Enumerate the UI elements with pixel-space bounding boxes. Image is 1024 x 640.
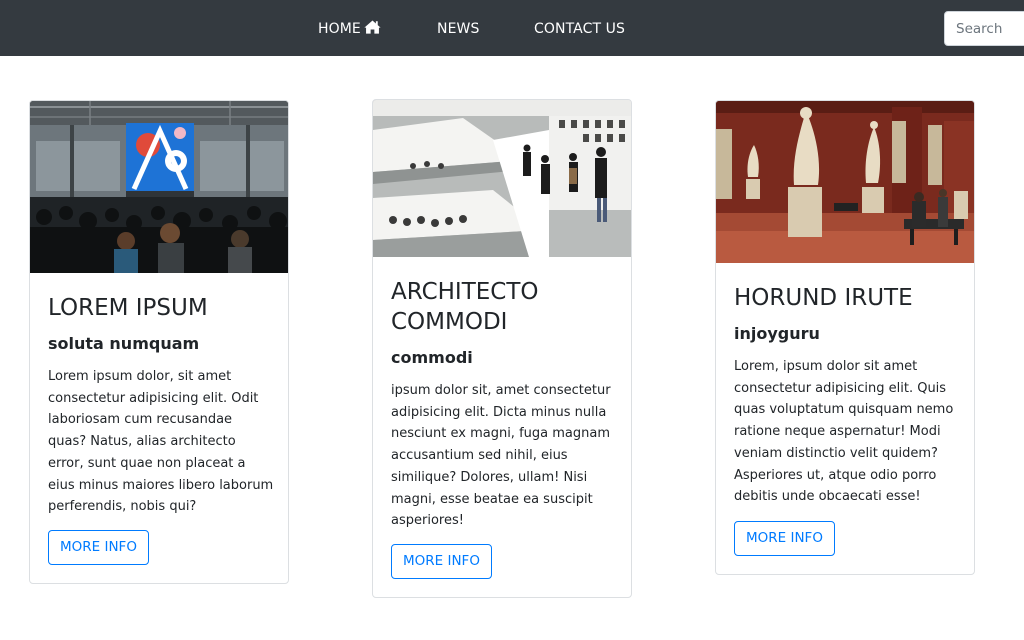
card-architecto-commodi: ARCHITECTO COMMODI commodi ipsum dolor s… (372, 99, 632, 598)
nav-news-link[interactable]: NEWS (437, 0, 479, 56)
card-subtitle: commodi (391, 348, 473, 367)
card-title: HORUND IRUTE (734, 285, 913, 311)
card-text: ipsum dolor sit, amet consectetur adipis… (391, 383, 611, 529)
card-subtitle: injoyguru (734, 324, 820, 343)
card-title: ARCHITECTO COMMODI (391, 279, 539, 335)
card-horund-irute: HORUND IRUTE injoyguru Lorem, ipsum dolo… (715, 100, 975, 575)
card-lorem-ipsum: LOREM IPSUM soluta numquam Lorem ipsum d… (29, 100, 289, 584)
card-text: Lorem, ipsum dolor sit amet consectetur … (734, 359, 954, 505)
top-navbar: HOME NEWS CONTACT US (0, 0, 1024, 56)
card-image-conference (30, 101, 288, 273)
card-body: LOREM IPSUM soluta numquam Lorem ipsum d… (48, 293, 274, 518)
card-text: Lorem ipsum dolor, sit amet consectetur … (48, 369, 274, 515)
nav-home-label: HOME (318, 21, 361, 37)
nav-home-link[interactable]: HOME (318, 0, 381, 56)
nav-contact-link[interactable]: CONTACT US (534, 0, 625, 56)
search-input[interactable] (944, 11, 1024, 46)
more-info-button[interactable]: MORE INFO (391, 544, 492, 579)
card-body: ARCHITECTO COMMODI commodi ipsum dolor s… (391, 277, 617, 532)
card-subtitle: soluta numquam (48, 334, 200, 353)
card-image-museum-ramps (373, 100, 631, 257)
card-body: HORUND IRUTE injoyguru Lorem, ipsum dolo… (734, 283, 960, 508)
card-title: LOREM IPSUM (48, 295, 208, 321)
home-icon (364, 20, 381, 34)
more-info-button[interactable]: MORE INFO (48, 530, 149, 565)
card-image-sculpture-gallery (716, 101, 974, 263)
more-info-button[interactable]: MORE INFO (734, 521, 835, 556)
